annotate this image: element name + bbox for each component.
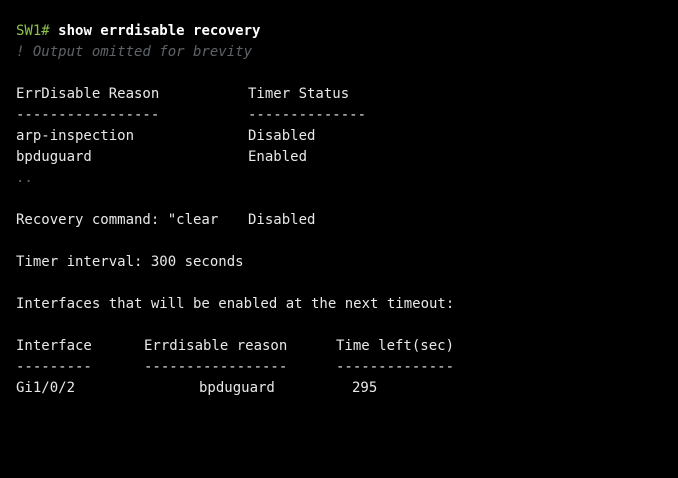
prompt: SW1# [16, 23, 50, 39]
comment-line: ! Output omitted for brevity [16, 44, 253, 60]
terminal-window[interactable]: SW1# show errdisable recovery ! Output o… [0, 0, 678, 421]
interfaces-heading: Interfaces that will be enabled at the n… [16, 296, 455, 312]
table-row: arp-inspection Disabled [16, 126, 315, 146]
header-timer-status: Timer Status [248, 86, 350, 102]
interface-cell: Gi1/0/2 [16, 380, 76, 396]
table-row: bpduguard Enabled [16, 147, 307, 167]
command-line: SW1# show errdisable recovery [16, 21, 260, 41]
interfaces-table-separator: --------- ----------------- ------------… [16, 357, 454, 377]
timer-status-cell: Enabled [248, 149, 308, 165]
interfaces-table-header: Interface Errdisable reason Time left(se… [16, 336, 454, 356]
errdisable-reason-cell: bpduguard [199, 380, 275, 396]
separator: -------------- [336, 359, 455, 375]
timer-status-cell: Disabled [248, 128, 316, 144]
recovery-command-line: Recovery command: "clear Disabled [16, 210, 315, 230]
header-errdisable-reason: ErrDisable Reason [16, 86, 160, 102]
reason-cell: bpduguard [16, 149, 92, 165]
header-errdisable-reason: Errdisable reason [144, 338, 288, 354]
separator: -------------- [248, 107, 367, 123]
time-left-cell: 295 [352, 380, 378, 396]
reason-cell: arp-inspection [16, 128, 135, 144]
command-text: show errdisable recovery [58, 23, 261, 39]
separator: ----------------- [16, 107, 160, 123]
header-interface: Interface [16, 338, 92, 354]
reason-table-header: ErrDisable Reason Timer Status [16, 84, 349, 104]
separator: --------- [16, 359, 92, 375]
table-row: Gi1/0/2 bpduguard 295 [16, 378, 377, 398]
timer-interval: Timer interval: 300 seconds [16, 254, 244, 270]
header-time-left: Time left(sec) [336, 338, 455, 354]
recovery-command-label: Recovery command: "clear [16, 212, 219, 228]
separator: ----------------- [144, 359, 288, 375]
ellipsis: .. [16, 170, 33, 186]
recovery-command-status: Disabled [248, 212, 316, 228]
reason-table-separator: ----------------- -------------- [16, 105, 366, 125]
